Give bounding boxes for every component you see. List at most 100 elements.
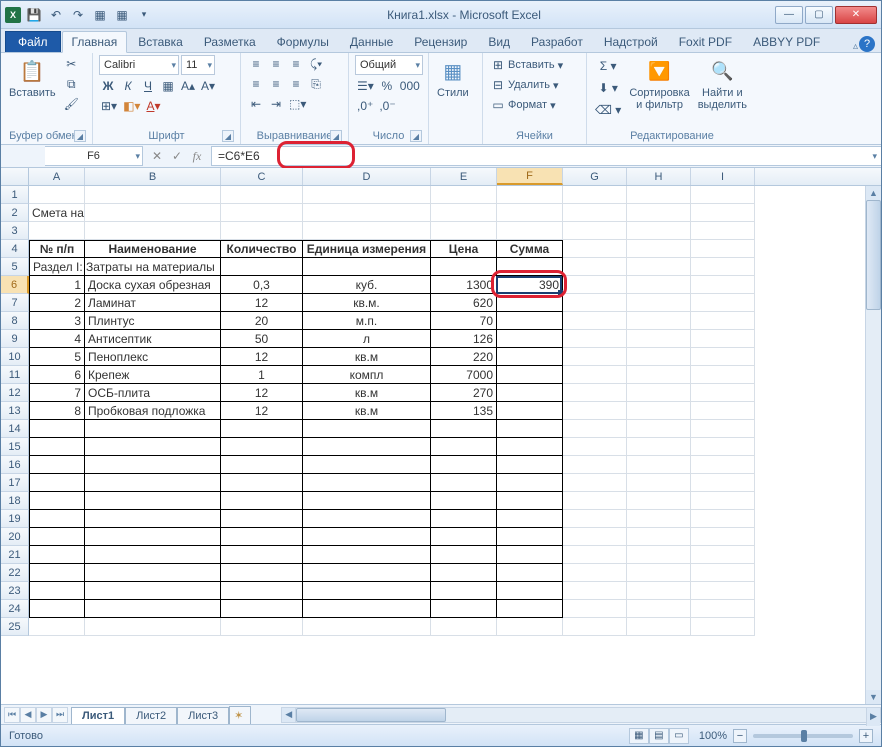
sheet-tab[interactable]: Лист2 <box>125 707 177 724</box>
sort-filter-button[interactable]: 🔽 Сортировка и фильтр <box>627 55 691 113</box>
cell[interactable] <box>85 618 221 636</box>
autosum-icon[interactable]: Σ ▾ <box>593 57 623 75</box>
dialog-launcher-icon[interactable]: ◢ <box>222 130 234 142</box>
increase-indent-icon[interactable]: ⇥ <box>267 95 285 113</box>
merge-icon[interactable]: ⬚▾ <box>287 95 308 113</box>
zoom-thumb[interactable] <box>801 730 807 742</box>
cell[interactable] <box>29 456 85 474</box>
row-header[interactable]: 13 <box>1 402 29 420</box>
cell[interactable]: кв.м. <box>303 294 431 312</box>
zoom-out-button[interactable]: − <box>733 729 747 743</box>
cut-icon[interactable]: ✂ <box>62 55 81 73</box>
cell[interactable] <box>563 384 627 402</box>
styles-button[interactable]: ▦ Стили <box>435 55 471 101</box>
cell[interactable] <box>627 618 691 636</box>
cell[interactable] <box>691 366 755 384</box>
cell[interactable] <box>497 474 563 492</box>
row-header[interactable]: 24 <box>1 600 29 618</box>
cell[interactable] <box>691 402 755 420</box>
cell[interactable]: 12 <box>221 294 303 312</box>
cell[interactable] <box>221 618 303 636</box>
cell[interactable] <box>221 420 303 438</box>
cell[interactable] <box>627 600 691 618</box>
cell[interactable] <box>691 348 755 366</box>
cell[interactable] <box>563 618 627 636</box>
redo-icon[interactable]: ↷ <box>69 6 87 24</box>
orientation-icon[interactable]: ⤹▾ <box>307 55 325 73</box>
page-layout-view-icon[interactable]: ▤ <box>649 728 669 744</box>
zoom-in-button[interactable]: + <box>859 729 873 743</box>
cell[interactable] <box>497 204 563 222</box>
fill-color-icon[interactable]: ◧▾ <box>121 97 142 115</box>
cell[interactable] <box>691 546 755 564</box>
scroll-right-icon[interactable]: ▶ <box>866 708 880 726</box>
ribbon-tab-2[interactable]: Разметка <box>194 31 266 52</box>
row-header[interactable]: 25 <box>1 618 29 636</box>
cell[interactable] <box>627 222 691 240</box>
cell[interactable] <box>431 456 497 474</box>
cell[interactable]: 20 <box>221 312 303 330</box>
cell[interactable] <box>627 546 691 564</box>
dialog-launcher-icon[interactable]: ◢ <box>410 130 422 142</box>
cell[interactable] <box>85 222 221 240</box>
insert-cells-button[interactable]: ⊞Вставить ▾ <box>489 57 565 73</box>
cell[interactable] <box>563 330 627 348</box>
cell[interactable] <box>29 420 85 438</box>
col-header-G[interactable]: G <box>563 168 627 185</box>
cell[interactable]: 7000 <box>431 366 497 384</box>
ribbon-tab-8[interactable]: Надстрой <box>594 31 668 52</box>
font-name-combo[interactable]: Calibri <box>99 55 179 75</box>
cell[interactable] <box>563 474 627 492</box>
sheet-nav-prev-icon[interactable]: ◀ <box>20 707 36 723</box>
cell[interactable] <box>303 600 431 618</box>
cell[interactable] <box>85 204 221 222</box>
copy-icon[interactable]: ⧉ <box>62 75 81 93</box>
align-right-icon[interactable]: ≡ <box>287 75 305 93</box>
cell[interactable]: 4 <box>29 330 85 348</box>
cell[interactable]: Ламинат <box>85 294 221 312</box>
cell[interactable] <box>627 204 691 222</box>
expand-formula-icon[interactable]: ▾ <box>872 151 877 162</box>
row-header[interactable]: 16 <box>1 456 29 474</box>
cell[interactable] <box>691 510 755 528</box>
cell[interactable] <box>85 492 221 510</box>
col-header-I[interactable]: I <box>691 168 755 185</box>
cell[interactable] <box>303 474 431 492</box>
cell[interactable]: Пеноплекс <box>85 348 221 366</box>
sheet-tab[interactable]: Лист3 <box>177 707 229 724</box>
undo-icon[interactable]: ↶ <box>47 6 65 24</box>
cell[interactable] <box>221 492 303 510</box>
cell[interactable] <box>563 186 627 204</box>
row-header[interactable]: 9 <box>1 330 29 348</box>
cell[interactable] <box>431 564 497 582</box>
cell[interactable] <box>29 618 85 636</box>
cell[interactable] <box>303 204 431 222</box>
cell[interactable]: Количество <box>221 240 303 258</box>
cell[interactable] <box>221 564 303 582</box>
increase-font-icon[interactable]: A▴ <box>179 77 197 95</box>
cell[interactable] <box>303 492 431 510</box>
cell[interactable]: 7 <box>29 384 85 402</box>
cell[interactable] <box>497 456 563 474</box>
underline-button[interactable]: Ч <box>139 77 157 95</box>
cell[interactable] <box>497 366 563 384</box>
cell[interactable] <box>85 474 221 492</box>
cell[interactable] <box>627 186 691 204</box>
select-all-corner[interactable] <box>1 168 29 185</box>
row-header[interactable]: 5 <box>1 258 29 276</box>
cell[interactable] <box>497 258 563 276</box>
cell[interactable] <box>497 510 563 528</box>
qat-icon[interactable]: ▦ <box>113 6 131 24</box>
cell[interactable] <box>221 204 303 222</box>
cell[interactable]: кв.м <box>303 384 431 402</box>
cell[interactable] <box>29 600 85 618</box>
ribbon-tab-7[interactable]: Разработ <box>521 31 593 52</box>
cell[interactable]: компл <box>303 366 431 384</box>
cell[interactable]: Доска сухая обрезная <box>85 276 221 294</box>
cell[interactable] <box>29 438 85 456</box>
cell[interactable] <box>691 438 755 456</box>
cell[interactable] <box>497 384 563 402</box>
maximize-button[interactable]: ▢ <box>805 6 833 24</box>
cell[interactable] <box>497 222 563 240</box>
cell[interactable] <box>221 186 303 204</box>
